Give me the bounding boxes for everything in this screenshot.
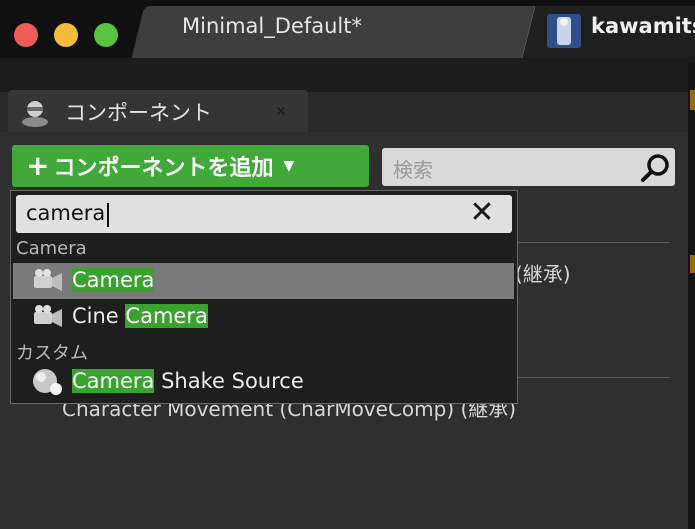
search-match: Camera — [125, 304, 208, 328]
divider — [505, 377, 670, 378]
inherited-label: (継承) — [515, 262, 571, 286]
menu-item-label: Camera Shake Source — [72, 369, 304, 393]
search-icon[interactable] — [640, 152, 672, 184]
dropdown-search-value: camera — [26, 201, 106, 225]
tab-kawamits-label: kawamits — [591, 14, 695, 38]
camera-icon — [34, 305, 62, 327]
category-custom: カスタム — [16, 343, 88, 364]
plus-icon: + — [26, 149, 50, 182]
chevron-down-icon: ▼ — [283, 158, 295, 174]
search-match: Camera — [72, 369, 155, 393]
toolbar-strip — [0, 58, 695, 92]
menu-item-label: Camera — [72, 268, 155, 292]
divider — [505, 242, 670, 243]
panel-tab-label: コンポーネント — [65, 101, 212, 125]
tab-minimal-default-label: Minimal_Default* — [182, 14, 362, 38]
component-icon — [22, 101, 48, 127]
search-match: Camera — [72, 268, 155, 292]
maximize-window-button[interactable] — [94, 23, 118, 47]
right-accent — [690, 255, 695, 273]
clear-icon[interactable]: ✕ — [466, 196, 498, 230]
search-placeholder: 検索 — [393, 158, 433, 182]
add-component-button[interactable]: + コンポーネントを追加 ▼ — [12, 145, 369, 187]
text-cursor — [107, 203, 109, 227]
category-camera: Camera — [16, 238, 87, 259]
document-icon — [547, 14, 581, 48]
right-accent — [690, 90, 695, 110]
close-window-button[interactable] — [14, 23, 38, 47]
right-edge — [688, 62, 695, 529]
camera-icon — [34, 269, 62, 291]
sphere-icon — [33, 369, 62, 395]
close-icon[interactable]: ✕ — [273, 104, 289, 120]
minimize-window-button[interactable] — [54, 23, 78, 47]
menu-item-label: Cine Camera — [72, 304, 208, 328]
add-component-label: コンポーネントを追加 — [53, 156, 274, 181]
